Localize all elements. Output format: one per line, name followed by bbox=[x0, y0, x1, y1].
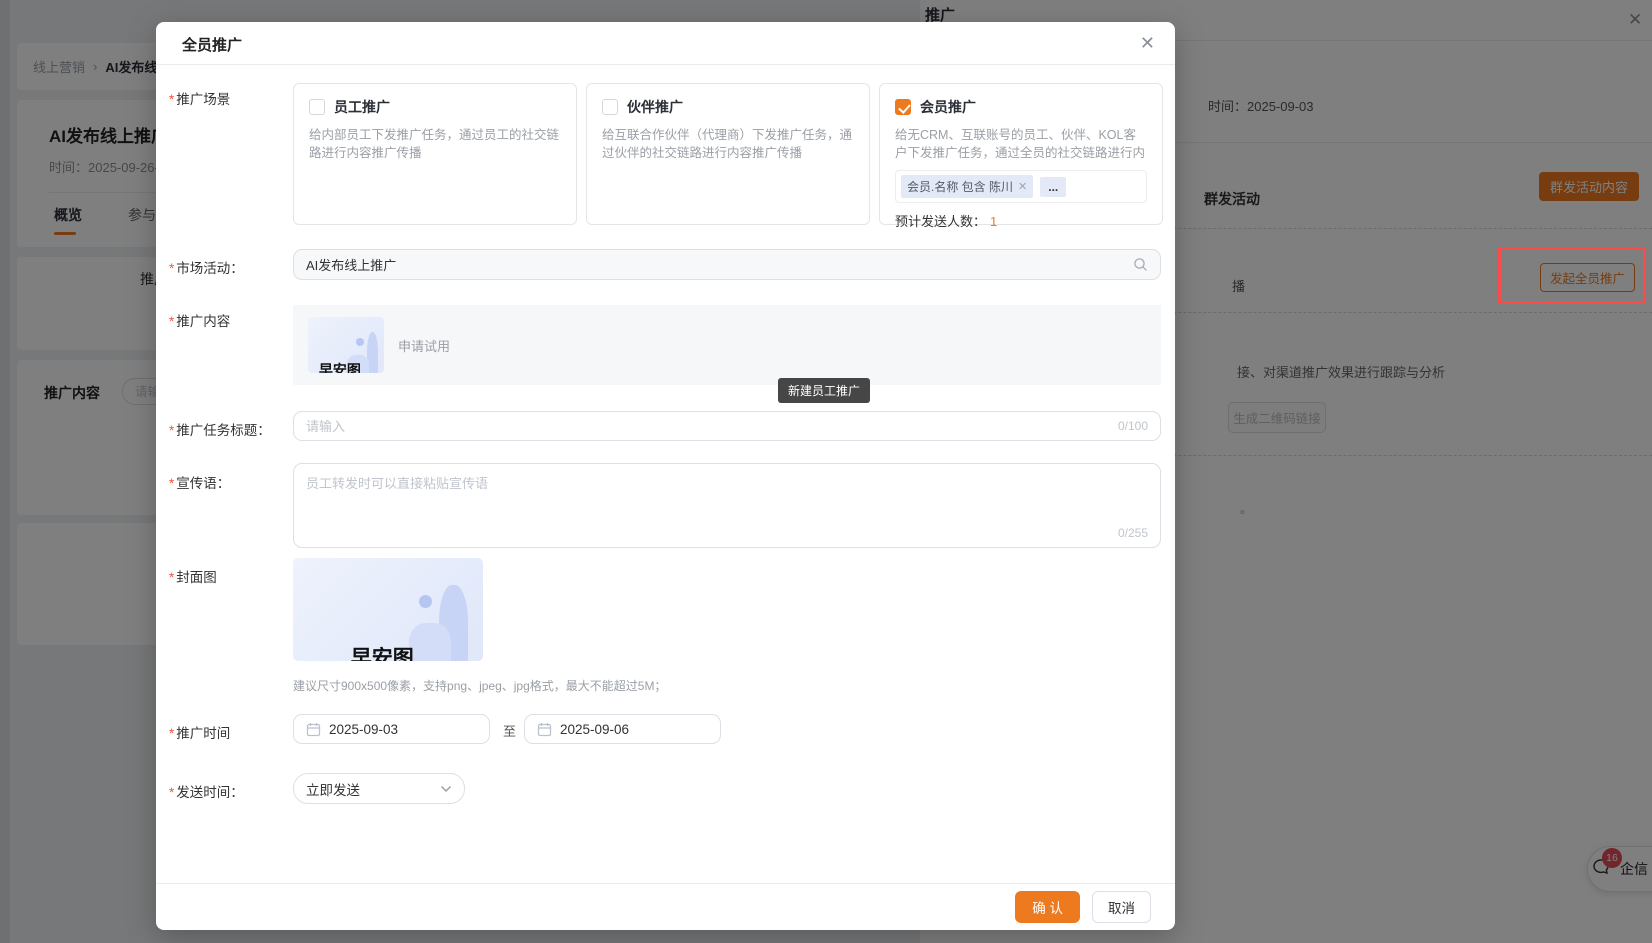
illustration-dot bbox=[356, 338, 365, 347]
member-checkbox[interactable] bbox=[895, 99, 911, 115]
cover-caption-fragment: 早安图 bbox=[350, 647, 414, 661]
dialog-close-icon[interactable]: ✕ bbox=[1140, 33, 1155, 54]
estimate-value: 1 bbox=[990, 214, 998, 229]
content-thumbnail[interactable]: 早安图 bbox=[308, 317, 384, 373]
content-item-label: 申请试用 bbox=[398, 338, 451, 354]
employee-card-title: 员工推广 bbox=[334, 99, 390, 115]
end-date-value: 2025-09-06 bbox=[560, 721, 630, 737]
campaign-input[interactable] bbox=[306, 257, 1133, 272]
period-label: 推广时间 bbox=[169, 722, 230, 742]
illustration-robot bbox=[408, 623, 451, 661]
chevron-down-icon bbox=[440, 785, 452, 793]
scenario-cards: 员工推广 给内部员工下发推广任务，通过员工的社交链路进行内容推广传播 伙伴推广 … bbox=[293, 83, 1163, 229]
tag-close-icon[interactable]: ✕ bbox=[1018, 180, 1027, 193]
partner-card-title: 伙伴推广 bbox=[627, 99, 683, 115]
member-filter-tag-text: 会员.名称 包含 陈川 bbox=[907, 180, 1014, 194]
scenario-card-partner[interactable]: 伙伴推广 给互联合作伙伴（代理商）下发推广任务，通过伙伴的社交链路进行内容推广传… bbox=[586, 83, 870, 225]
slogan-counter: 0/255 bbox=[1117, 526, 1148, 540]
thumbnail-caption-fragment: 早安图 bbox=[318, 362, 361, 373]
send-time-select[interactable]: 立即发送 bbox=[293, 773, 465, 804]
member-filter-tag: 会员.名称 包含 陈川 ✕ bbox=[901, 175, 1034, 198]
employee-checkbox[interactable] bbox=[309, 99, 325, 115]
scenario-label: 推广场景 bbox=[169, 88, 230, 108]
campaign-label: 市场活动： bbox=[169, 257, 244, 277]
start-date-value: 2025-09-03 bbox=[329, 721, 399, 737]
cover-image[interactable]: 早安图 bbox=[293, 558, 483, 661]
highlight-annotation-box bbox=[1498, 247, 1646, 304]
member-filter-box[interactable]: 会员.名称 包含 陈川 ✕ ... bbox=[895, 170, 1147, 203]
task-title-counter: 0/100 bbox=[1117, 419, 1148, 433]
scenario-card-member[interactable]: 会员推广 给无CRM、互联账号的员工、伙伴、KOL客户下发推广任务，通过全员的社… bbox=[879, 83, 1163, 229]
end-date-picker[interactable]: 2025-09-06 bbox=[524, 714, 721, 744]
partner-card-desc: 给互联合作伙伴（代理商）下发推广任务，通过伙伴的社交链路进行内容推广传播 bbox=[602, 128, 853, 161]
promo-content-label: 推广内容 bbox=[169, 310, 230, 330]
slogan-textarea[interactable] bbox=[294, 464, 1160, 522]
send-time-label: 发送时间： bbox=[169, 781, 244, 801]
dialog-footer: 确 认 取消 bbox=[156, 883, 1175, 930]
estimate-label: 预计发送人数： bbox=[895, 214, 987, 229]
promo-content-panel: 早安图 申请试用 bbox=[293, 305, 1161, 385]
slogan-textarea-wrap: 0/255 bbox=[293, 463, 1161, 548]
estimate-row: 预计发送人数： 1 bbox=[895, 211, 1147, 230]
task-title-input[interactable] bbox=[306, 418, 1110, 434]
task-title-label: 推广任务标题： bbox=[169, 419, 271, 439]
dialog-header: 全员推广 ✕ bbox=[156, 22, 1175, 65]
tooltip-new-employee-promo: 新建员工推广 bbox=[778, 378, 871, 403]
calendar-icon bbox=[306, 722, 321, 737]
all-staff-promo-dialog: 全员推广 ✕ 推广场景 员工推广 给内部员工下发推广任务，通过员工的社交链路进行… bbox=[156, 22, 1175, 930]
campaign-input-wrap bbox=[293, 249, 1161, 280]
start-date-picker[interactable]: 2025-09-03 bbox=[293, 714, 490, 744]
employee-card-desc: 给内部员工下发推广任务，通过员工的社交链路进行内容推广传播 bbox=[309, 128, 560, 161]
partner-checkbox[interactable] bbox=[602, 99, 618, 115]
send-time-value: 立即发送 bbox=[306, 782, 360, 798]
confirm-button[interactable]: 确 认 bbox=[1015, 891, 1080, 923]
more-filters-button[interactable]: ... bbox=[1040, 176, 1067, 197]
calendar-icon bbox=[537, 722, 552, 737]
cover-label: 封面图 bbox=[169, 566, 217, 586]
scenario-card-employee[interactable]: 员工推广 给内部员工下发推广任务，通过员工的社交链路进行内容推广传播 bbox=[293, 83, 577, 225]
cancel-button[interactable]: 取消 bbox=[1092, 891, 1151, 923]
date-range-separator: 至 bbox=[503, 724, 517, 739]
member-card-title: 会员推广 bbox=[920, 99, 976, 115]
task-title-input-wrap: 0/100 bbox=[293, 411, 1161, 441]
dialog-title: 全员推广 bbox=[182, 37, 243, 54]
cover-hint: 建议尺寸900x500像素，支持png、jpeg、jpg格式，最大不能超过5M； bbox=[293, 679, 667, 693]
illustration-dot bbox=[418, 595, 432, 609]
slogan-label: 宣传语： bbox=[169, 472, 230, 492]
search-icon[interactable] bbox=[1133, 257, 1148, 272]
member-card-desc: 给无CRM、互联账号的员工、伙伴、KOL客户下发推广任务，通过全员的社交链路进行… bbox=[895, 128, 1146, 161]
